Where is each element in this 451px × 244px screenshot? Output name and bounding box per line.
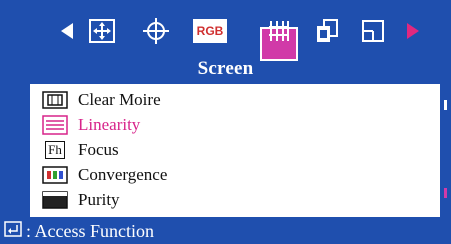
- hint-text: : Access Function: [26, 220, 154, 241]
- osd-menu: RGB Screen Clear Moire Linearity Fh Focu…: [0, 0, 451, 244]
- arrow-right-icon[interactable]: [398, 14, 428, 48]
- footer-hint: : Access Function: [0, 218, 451, 244]
- menu-item-linearity[interactable]: Linearity: [40, 113, 140, 137]
- menu-item-purity[interactable]: Purity: [40, 188, 120, 212]
- setup-icon[interactable]: [356, 14, 390, 48]
- scroll-mark-top: [444, 100, 447, 110]
- position-icon[interactable]: [84, 14, 120, 48]
- menu-item-label: Linearity: [78, 115, 141, 134]
- image-size-icon[interactable]: [138, 14, 174, 48]
- menu-item-clear-moire[interactable]: Clear Moire: [40, 88, 161, 112]
- menu-item-focus[interactable]: Fh Focus: [40, 138, 119, 162]
- rgb-label: RGB: [196, 24, 224, 38]
- submenu-panel: Clear Moire Linearity Fh Focus Convergen…: [30, 84, 440, 217]
- menu-icon-bar: RGB: [0, 14, 451, 61]
- focus-icon: Fh: [40, 140, 70, 160]
- osd-icon[interactable]: [310, 14, 344, 48]
- screen-icon[interactable]: [262, 14, 296, 48]
- menu-item-label: Clear Moire: [78, 90, 161, 109]
- arrow-left-icon[interactable]: [52, 14, 82, 48]
- menu-item-label: Purity: [78, 190, 120, 209]
- convergence-icon: [40, 165, 70, 185]
- focus-icon-text: Fh: [45, 141, 65, 159]
- enter-key-icon: [4, 220, 22, 242]
- menu-title: Screen: [197, 58, 254, 79]
- rgb-icon[interactable]: RGB: [190, 14, 230, 48]
- menu-item-convergence[interactable]: Convergence: [40, 163, 167, 187]
- purity-icon: [40, 190, 70, 210]
- linearity-icon: [40, 115, 70, 135]
- scroll-mark-bottom: [444, 188, 447, 198]
- menu-item-label: Convergence: [78, 165, 168, 184]
- clear-moire-icon: [40, 90, 70, 110]
- menu-item-label: Focus: [78, 140, 119, 159]
